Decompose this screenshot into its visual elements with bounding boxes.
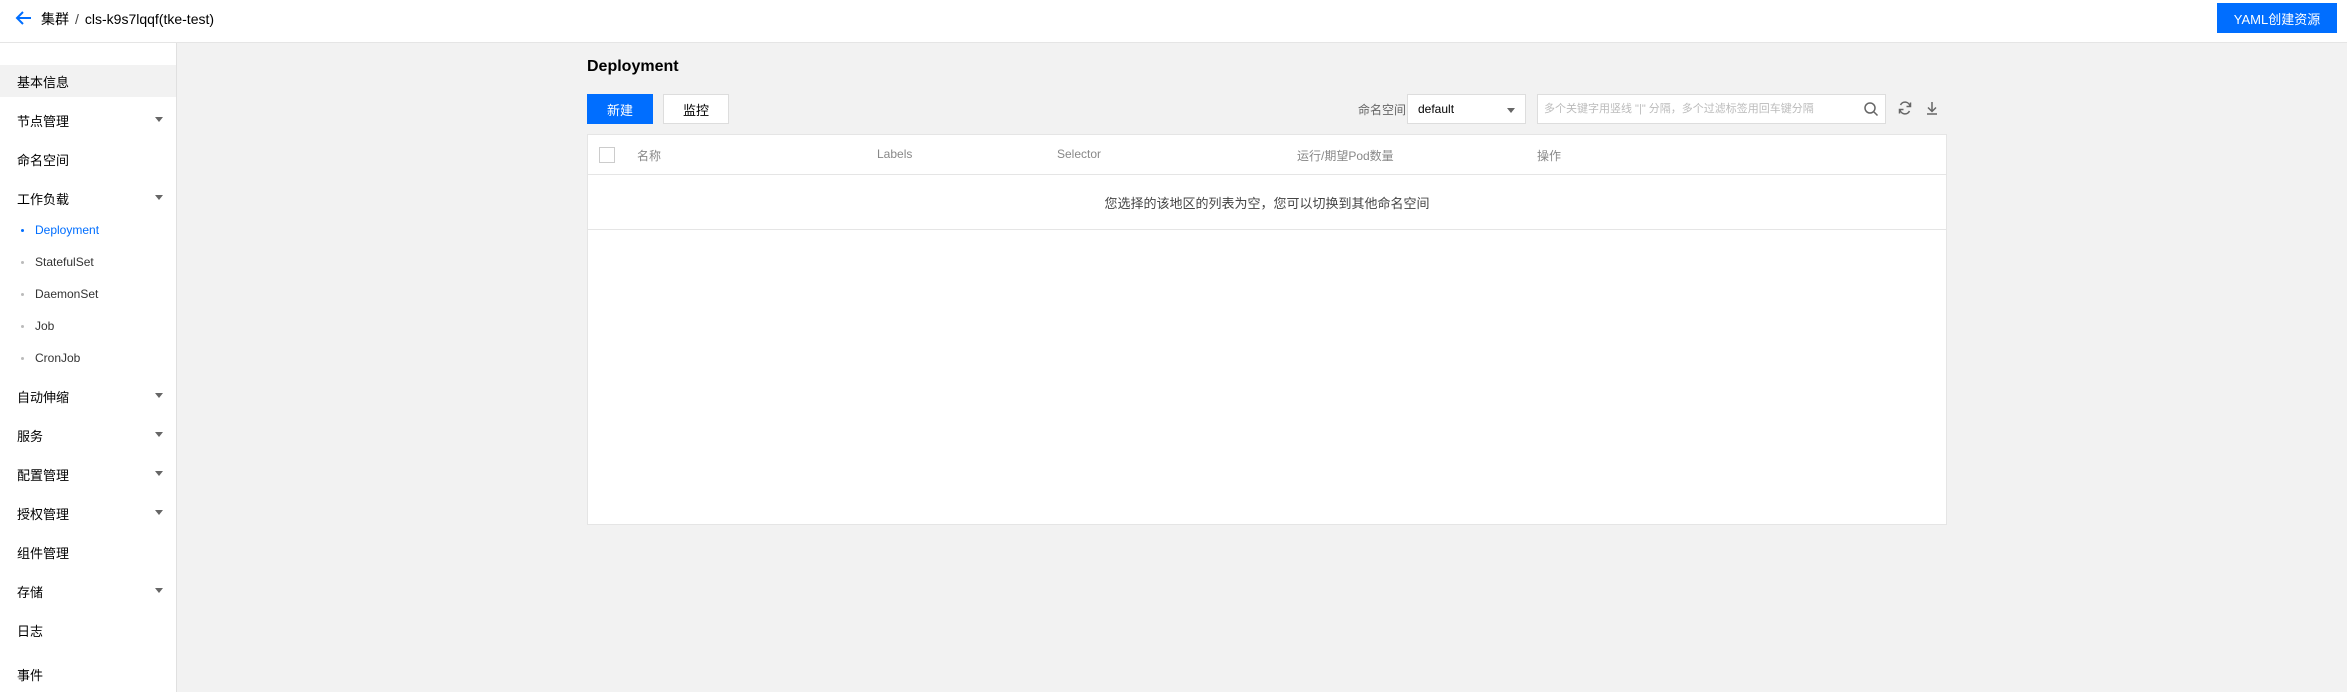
- bullet-dot-icon: [21, 293, 24, 296]
- sidebar-item-label: 工作负载: [17, 191, 70, 207]
- breadcrumb: 集群 / cls-k9s7lqqf(tke-test): [41, 9, 214, 29]
- sidebar-item-events[interactable]: 事件: [0, 658, 176, 690]
- sidebar-item-service[interactable]: 服务: [0, 419, 176, 451]
- column-header-name: 名称: [637, 149, 662, 163]
- sidebar-item-autoscaling[interactable]: 自动伸缩: [0, 380, 176, 412]
- sidebar-item-authorization[interactable]: 授权管理: [0, 497, 176, 529]
- chevron-down-icon: [155, 588, 163, 593]
- sidebar-item-label: 组件管理: [17, 545, 70, 561]
- create-button[interactable]: 新建: [587, 94, 653, 124]
- sidebar-subitem-job[interactable]: Job: [0, 313, 176, 339]
- column-header-labels: Labels: [877, 147, 913, 161]
- sidebar-item-label: 配置管理: [17, 467, 70, 483]
- yaml-create-button[interactable]: YAML创建资源: [2217, 3, 2337, 33]
- bullet-dot-icon: [21, 325, 24, 328]
- empty-state-message: 您选择的该地区的列表为空，您可以切换到其他命名空间: [1104, 195, 1430, 211]
- chevron-down-icon: [155, 393, 163, 398]
- sidebar-subitem-label: StatefulSet: [35, 255, 94, 269]
- sidebar-item-node-management[interactable]: 节点管理: [0, 104, 176, 136]
- sidebar-item-label: 服务: [17, 428, 44, 444]
- sidebar-item-workload[interactable]: 工作负载: [0, 182, 176, 214]
- sidebar-subitem-statefulset[interactable]: StatefulSet: [0, 249, 176, 275]
- select-all-checkbox[interactable]: [599, 147, 615, 163]
- chevron-down-icon: [155, 195, 163, 200]
- table-header: 名称 Labels Selector 运行/期望Pod数量 操作: [588, 135, 1946, 175]
- namespace-select-value: default: [1418, 102, 1455, 116]
- chevron-down-icon: [155, 510, 163, 515]
- sidebar-item-label: 事件: [17, 667, 44, 683]
- sidebar-subitem-deployment[interactable]: Deployment: [0, 217, 176, 243]
- sidebar-item-component-management[interactable]: 组件管理: [0, 536, 176, 568]
- sidebar: 基本信息 节点管理 命名空间 工作负载 Deployment StatefulS…: [0, 43, 177, 692]
- bullet-dot-icon: [21, 229, 24, 232]
- sidebar-item-label: 存储: [17, 584, 44, 600]
- top-header: 集群 / cls-k9s7lqqf(tke-test) YAML创建资源: [0, 0, 2347, 43]
- chevron-down-icon: [1507, 108, 1515, 113]
- sidebar-item-basic-info[interactable]: 基本信息: [0, 65, 176, 97]
- sidebar-item-config-management[interactable]: 配置管理: [0, 458, 176, 490]
- download-icon[interactable]: [1924, 100, 1940, 116]
- sidebar-subitem-cronjob[interactable]: CronJob: [0, 345, 176, 371]
- monitor-button[interactable]: 监控: [663, 94, 729, 124]
- search-input[interactable]: [1538, 95, 1848, 123]
- chevron-down-icon: [155, 117, 163, 122]
- empty-state-row: 您选择的该地区的列表为空，您可以切换到其他命名空间: [588, 175, 1946, 230]
- search-box: [1537, 94, 1886, 124]
- sidebar-subitem-label: Job: [35, 319, 55, 333]
- bullet-dot-icon: [21, 357, 24, 360]
- sidebar-item-label: 命名空间: [17, 152, 70, 168]
- sidebar-item-namespace[interactable]: 命名空间: [0, 143, 176, 175]
- arrow-left-icon[interactable]: [14, 8, 34, 28]
- column-header-selector: Selector: [1057, 147, 1102, 161]
- column-header-actions: 操作: [1537, 149, 1562, 163]
- sidebar-subitem-label: Deployment: [35, 223, 100, 237]
- sidebar-item-logs[interactable]: 日志: [0, 614, 176, 646]
- refresh-icon[interactable]: [1897, 100, 1913, 116]
- namespace-select[interactable]: default: [1407, 94, 1526, 124]
- chevron-down-icon: [155, 471, 163, 476]
- deployment-table: 名称 Labels Selector 运行/期望Pod数量 操作 您选择的该地区…: [587, 134, 1947, 525]
- sidebar-item-label: 节点管理: [17, 113, 70, 129]
- sidebar-subitem-daemonset[interactable]: DaemonSet: [0, 281, 176, 307]
- sidebar-item-label: 日志: [17, 623, 44, 639]
- bullet-dot-icon: [21, 261, 24, 264]
- breadcrumb-separator: /: [75, 11, 79, 27]
- chevron-down-icon: [155, 432, 163, 437]
- sidebar-subitem-label: DaemonSet: [35, 287, 99, 301]
- sidebar-item-label: 授权管理: [17, 506, 70, 522]
- page-title: Deployment: [587, 58, 679, 75]
- sidebar-item-label: 基本信息: [17, 74, 70, 90]
- sidebar-subitem-label: CronJob: [35, 351, 81, 365]
- cluster-name: cls-k9s7lqqf(tke-test): [84, 11, 215, 27]
- search-icon[interactable]: [1863, 101, 1879, 117]
- column-header-pod-count: 运行/期望Pod数量: [1297, 149, 1394, 163]
- sidebar-item-label: 自动伸缩: [17, 389, 70, 405]
- namespace-label: 命名空间: [1358, 103, 1407, 117]
- sidebar-item-storage[interactable]: 存储: [0, 575, 176, 607]
- breadcrumb-clusters-link[interactable]: 集群: [41, 11, 69, 27]
